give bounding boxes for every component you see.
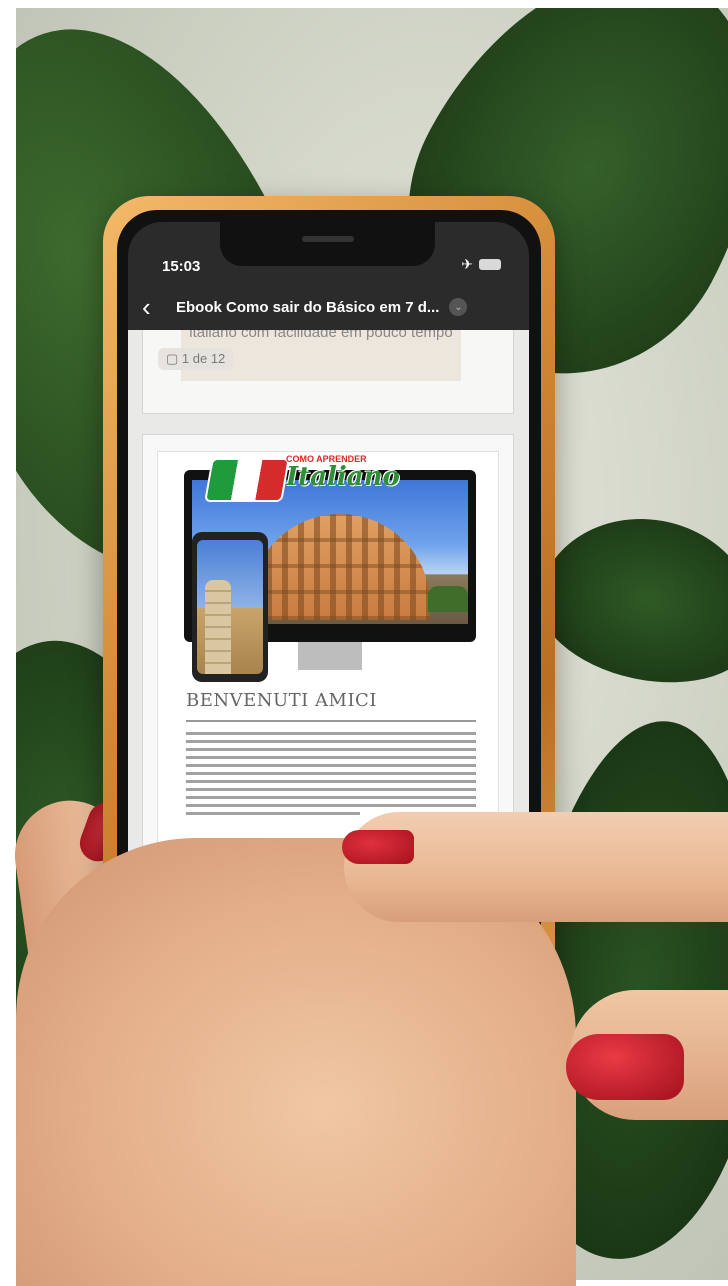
page-heading: BENVENUTI AMICI: [186, 690, 377, 711]
page-counter: ▢ 1 de 12: [158, 348, 234, 370]
status-time: 15:03: [162, 258, 201, 275]
phone-mockup: [192, 532, 268, 682]
trees: [428, 586, 468, 612]
italy-flag-logo: [204, 458, 290, 502]
airplane-icon: ✈: [461, 256, 473, 272]
leaning-tower: [205, 580, 231, 674]
nav-bar: ‹ Ebook Como sair do Básico em 7 d... ⌄: [128, 284, 529, 330]
text-line: [186, 732, 476, 735]
body-paragraph: [186, 732, 476, 820]
text-line: [186, 756, 476, 759]
text-line: [186, 740, 476, 743]
text-line: [186, 788, 476, 791]
monstera-leaf: [525, 498, 728, 702]
text-line: [186, 780, 476, 783]
text-line: [186, 812, 360, 815]
notch: [220, 222, 435, 266]
chevron-left-icon[interactable]: ‹: [142, 292, 168, 323]
previous-page: italiano com facilidade em pouco tempo: [142, 330, 514, 414]
logo-title: Italiano: [286, 462, 400, 492]
page-icon: ▢: [166, 351, 182, 366]
colosseum: [250, 514, 430, 620]
photo-border: [0, 0, 728, 8]
speaker: [302, 236, 354, 242]
document-title[interactable]: Ebook Como sair do Básico em 7 d...: [176, 299, 439, 316]
text-line: [186, 804, 476, 807]
page-counter-label: 1 de 12: [181, 351, 226, 366]
text-line: [186, 764, 476, 767]
fingernail: [342, 830, 414, 864]
chevron-down-icon[interactable]: ⌄: [449, 298, 468, 316]
text-line: [186, 796, 476, 799]
monitor-stand: [298, 642, 362, 670]
photo-border: [0, 0, 16, 1286]
fingernail: [566, 1034, 684, 1100]
battery-icon: [479, 259, 501, 270]
pisa-tower-image: [197, 540, 263, 674]
heading-divider: [186, 720, 476, 722]
text-line: [186, 772, 476, 775]
pointing-finger: [344, 812, 728, 922]
status-icons: ✈: [461, 256, 501, 273]
text-line: [186, 748, 476, 751]
